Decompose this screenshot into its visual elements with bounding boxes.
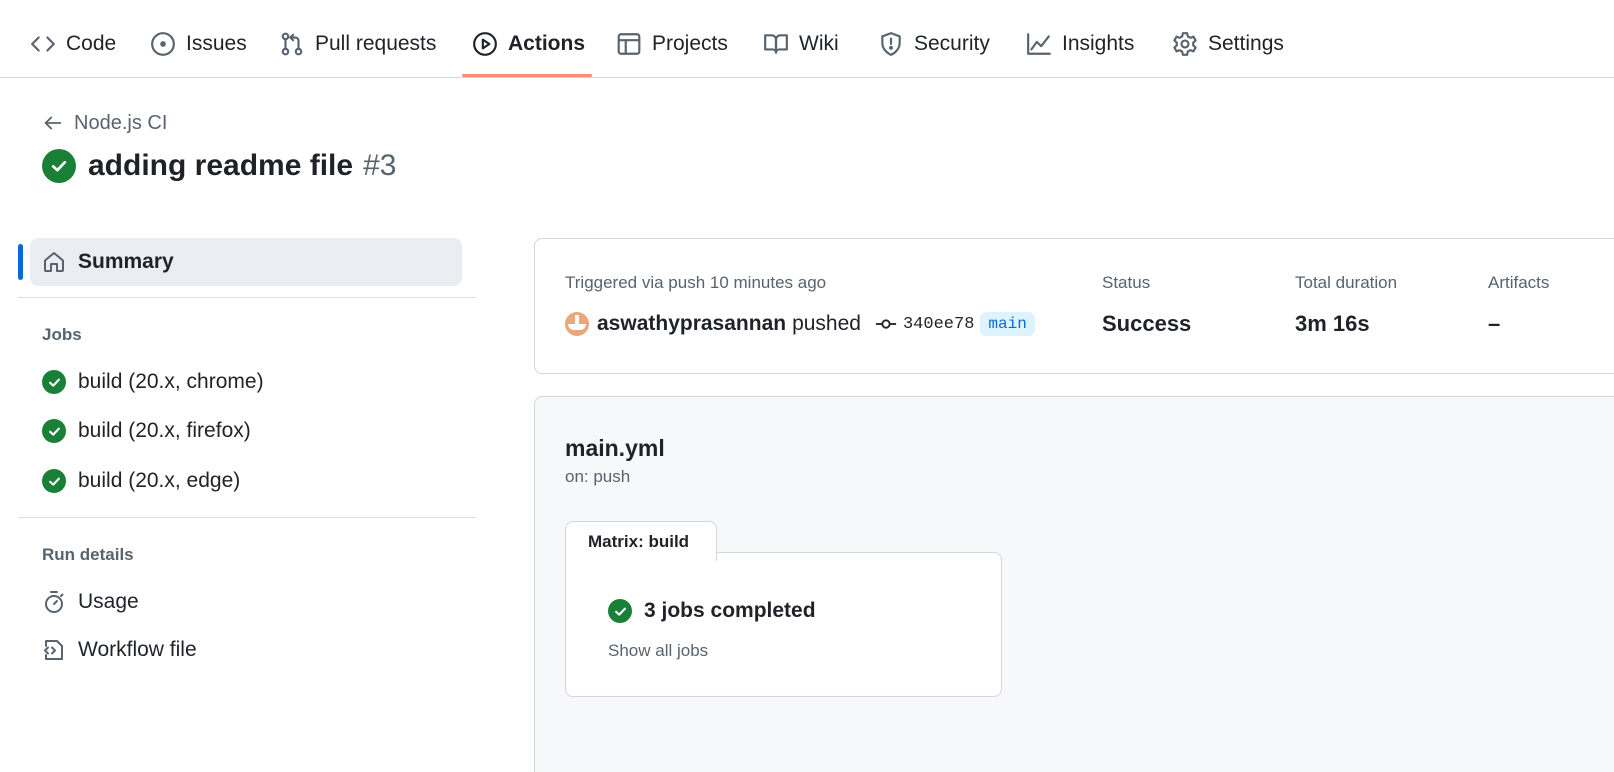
tab-issues[interactable]: Issues [150, 26, 247, 62]
commit-sha: 340ee78 [902, 314, 975, 334]
tab-actions-label: Actions [508, 32, 586, 55]
trigger-text: Triggered via push 10 minutes ago [565, 273, 827, 292]
shield-icon [881, 32, 901, 56]
actor-link[interactable]: aswathyprasannan [597, 312, 786, 336]
tab-pull-requests-label: Pull requests [315, 32, 437, 55]
issue-icon [151, 32, 175, 56]
duration-label: Total duration [1295, 273, 1398, 292]
sidebar-item-label: Workflow file [78, 638, 197, 661]
arrow-left-icon [44, 116, 62, 130]
duration-value: 3m 16s [1295, 311, 1370, 336]
workflow-trigger: on: push [565, 467, 631, 486]
run-details-heading: Run details [42, 545, 134, 564]
artifacts-value: – [1488, 311, 1501, 336]
run-summary-card: Triggered via push 10 minutes ago aswath… [534, 238, 1614, 374]
tab-projects[interactable]: Projects [616, 26, 728, 62]
tab-pull-requests[interactable]: Pull requests [279, 26, 436, 62]
sidebar-job-firefox[interactable]: build (20.x, firefox) [42, 417, 251, 445]
matrix-job-box[interactable]: 3 jobs completed Show all jobs [565, 552, 1002, 697]
workflow-graph: main.yml on: push Matrix: build 3 jobs c… [534, 396, 1614, 772]
run-title-row: adding readme file #3 [42, 148, 396, 184]
jobs-completed-row: 3 jobs completed [608, 599, 816, 623]
tab-actions[interactable]: Actions [472, 26, 585, 62]
avatar[interactable] [565, 312, 589, 336]
sidebar-item-label: Summary [78, 250, 174, 273]
table-icon [617, 33, 641, 55]
graph-icon [1027, 33, 1051, 55]
sidebar-item-summary[interactable]: Summary [30, 238, 462, 286]
action-text: pushed [792, 312, 861, 335]
active-tab-indicator [462, 74, 592, 77]
status-label: Status [1102, 273, 1151, 292]
stopwatch-icon [45, 591, 64, 613]
sidebar-divider [18, 517, 476, 518]
job-label: build (20.x, firefox) [78, 419, 251, 442]
file-code-icon [44, 640, 63, 660]
tab-security-label: Security [914, 32, 990, 55]
success-check-icon [42, 370, 66, 394]
tab-code[interactable]: Code [30, 26, 116, 62]
code-icon [31, 36, 55, 52]
git-commit-icon [875, 319, 897, 329]
workflow-file-name: main.yml [565, 435, 665, 461]
tab-settings-label: Settings [1208, 32, 1284, 55]
status-value: Success [1102, 311, 1192, 336]
sidebar-item-workflow-file[interactable]: Workflow file [42, 636, 197, 664]
artifacts-label: Artifacts [1488, 273, 1550, 292]
matrix-label: Matrix: build [565, 521, 717, 561]
back-to-workflow-link[interactable]: Node.js CI [42, 110, 167, 136]
tab-insights-label: Insights [1062, 32, 1135, 55]
tab-issues-label: Issues [186, 32, 247, 55]
book-icon [764, 34, 788, 54]
tab-wiki[interactable]: Wiki [763, 26, 839, 62]
job-label: build (20.x, edge) [78, 469, 241, 492]
tab-security[interactable]: Security [878, 26, 990, 62]
tab-settings[interactable]: Settings [1172, 26, 1284, 62]
pull-request-icon [281, 32, 303, 56]
job-label: build (20.x, chrome) [78, 370, 264, 393]
sidebar-item-label: Usage [78, 590, 139, 613]
jobs-completed-text: 3 jobs completed [644, 599, 816, 622]
sidebar-job-edge[interactable]: build (20.x, edge) [42, 467, 240, 495]
tab-projects-label: Projects [652, 32, 728, 55]
repo-nav: Code Issues Pull requests Actions Projec… [0, 0, 1614, 78]
success-check-icon [608, 599, 632, 623]
sidebar-job-chrome[interactable]: build (20.x, chrome) [42, 368, 264, 396]
gear-icon [1173, 32, 1197, 56]
run-number: #3 [363, 149, 397, 182]
sidebar-item-usage[interactable]: Usage [42, 588, 139, 616]
tab-code-label: Code [66, 32, 117, 55]
page-title: adding readme file [88, 149, 354, 182]
sidebar-divider [18, 297, 476, 298]
commit-link[interactable]: 340ee78 [875, 313, 974, 335]
selected-indicator [18, 244, 23, 280]
show-all-jobs-link[interactable]: Show all jobs [608, 641, 708, 661]
success-check-icon [42, 149, 76, 183]
workflow-name: Node.js CI [74, 111, 168, 134]
branch-badge[interactable]: main [980, 312, 1035, 336]
success-check-icon [42, 469, 66, 493]
home-icon [44, 252, 64, 272]
tab-insights[interactable]: Insights [1026, 26, 1134, 62]
play-icon [473, 32, 497, 56]
jobs-heading: Jobs [42, 325, 82, 344]
trigger-row: aswathyprasannan pushed 340ee78 main [565, 309, 1035, 339]
success-check-icon [42, 419, 66, 443]
tab-wiki-label: Wiki [799, 32, 839, 55]
